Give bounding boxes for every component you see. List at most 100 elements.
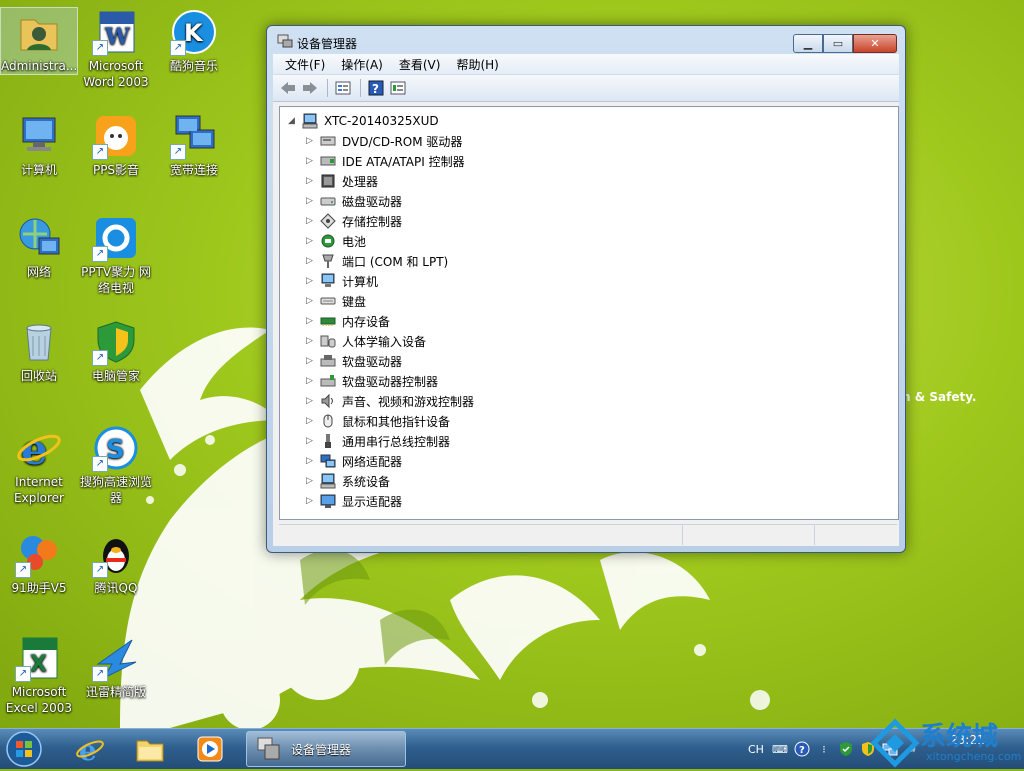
desktop-icon-excel-2003[interactable]: X ↗ Microsoft Excel 2003 xyxy=(1,634,77,716)
toolbar: ? xyxy=(273,75,899,102)
help-tray-icon[interactable]: ? xyxy=(794,741,810,757)
storage-controller-icon xyxy=(320,213,336,229)
expand-arrow-icon[interactable]: ▷ xyxy=(306,196,316,206)
desktop-icon-network[interactable]: 网络 xyxy=(1,214,77,280)
menu-bar: 文件(F) 操作(A) 查看(V) 帮助(H) xyxy=(273,54,899,75)
recycle-bin-icon xyxy=(15,318,63,366)
taskbar-task-label: 设备管理器 xyxy=(291,742,352,757)
tree-category-node[interactable]: ▷ 鼠标和其他指针设备 xyxy=(306,411,450,431)
desktop-icon-pps[interactable]: ↗ PPS影音 xyxy=(78,112,154,178)
desktop-icon-broadband[interactable]: ↗ 宽带连接 xyxy=(156,112,232,178)
network-adapter-icon xyxy=(320,453,336,469)
expand-arrow-icon[interactable]: ▷ xyxy=(306,176,316,186)
expand-arrow-icon[interactable]: ▷ xyxy=(306,156,316,166)
desktop-icon-91-assistant[interactable]: ↗ 91助手V5 xyxy=(1,530,77,596)
tree-category-node[interactable]: ▷ 键盘 xyxy=(306,291,366,311)
tree-category-label: 端口 (COM 和 LPT) xyxy=(342,254,449,269)
tree-root-node[interactable]: ◢ XTC-20140325XUD xyxy=(288,111,439,131)
menu-view[interactable]: 查看(V) xyxy=(391,56,449,73)
tree-category-node[interactable]: ▷ 电池 xyxy=(306,231,366,251)
desktop-icon-recycle-bin[interactable]: 回收站 xyxy=(1,318,77,384)
desktop-icon-thunder[interactable]: ↗ 迅雷精简版 xyxy=(78,634,154,700)
desktop-icon-pc-manager[interactable]: ↗ 电脑管家 xyxy=(78,318,154,384)
expand-arrow-icon[interactable]: ▷ xyxy=(306,496,316,506)
security-tray-icon[interactable] xyxy=(838,741,854,757)
tree-category-node[interactable]: ▷ 存储控制器 xyxy=(306,211,402,231)
collapse-arrow-icon[interactable]: ◢ xyxy=(288,116,298,126)
forward-button[interactable] xyxy=(301,79,319,97)
settings-tray-icon[interactable]: ⁝ xyxy=(816,741,832,757)
expand-arrow-icon[interactable]: ▷ xyxy=(306,216,316,226)
taskbar-device-manager[interactable]: 设备管理器 xyxy=(246,731,406,767)
desktop-icon-pptv[interactable]: ↗ PPTV聚力 网络电视 xyxy=(78,214,154,296)
svg-text:X: X xyxy=(30,652,47,677)
folder-icon xyxy=(136,740,164,762)
expand-arrow-icon[interactable]: ▷ xyxy=(306,276,316,286)
taskbar-media-button[interactable] xyxy=(182,731,238,767)
desktop-icon-sogou-browser[interactable]: S ↗ 搜狗高速浏览器 xyxy=(78,424,154,506)
expand-arrow-icon[interactable]: ▷ xyxy=(306,256,316,266)
menu-action[interactable]: 操作(A) xyxy=(333,56,391,73)
tree-category-node[interactable]: ▷ 磁盘驱动器 xyxy=(306,191,402,211)
tree-category-label: 软盘驱动器控制器 xyxy=(342,374,439,389)
desktop-icon-word-2003[interactable]: W ↗ Microsoft Word 2003 xyxy=(78,8,154,90)
expand-arrow-icon[interactable]: ▷ xyxy=(306,396,316,406)
expand-arrow-icon[interactable]: ▷ xyxy=(306,336,316,346)
back-button[interactable] xyxy=(279,79,297,97)
desktop-icon-qq[interactable]: ↗ 腾讯QQ xyxy=(78,530,154,596)
taskbar-ie-button[interactable]: e xyxy=(62,731,118,767)
properties-toolbar-button[interactable] xyxy=(334,79,352,97)
tree-category-node[interactable]: ▷ 系统设备 xyxy=(306,471,390,491)
minimize-icon: ▁ xyxy=(803,37,813,50)
keyboard-icon[interactable]: ⌨ xyxy=(772,741,788,757)
tree-category-node[interactable]: ▷ 端口 (COM 和 LPT) xyxy=(306,251,448,271)
tree-category-node[interactable]: ▷ 计算机 xyxy=(306,271,378,291)
tree-category-node[interactable]: ▷ 通用串行总线控制器 xyxy=(306,431,450,451)
taskbar-explorer-button[interactable] xyxy=(122,731,178,767)
desktop-icon-label: 腾讯QQ xyxy=(94,581,138,595)
tree-category-node[interactable]: ▷ 显示适配器 xyxy=(306,491,402,511)
pptv-icon: ↗ xyxy=(92,214,140,262)
expand-arrow-icon[interactable]: ▷ xyxy=(306,476,316,486)
tree-category-node[interactable]: ▷ IDE ATA/ATAPI 控制器 xyxy=(306,151,465,171)
maximize-button[interactable]: ▭ xyxy=(823,34,853,53)
expand-arrow-icon[interactable]: ▷ xyxy=(306,436,316,446)
status-bar xyxy=(279,524,897,545)
tree-root-label: XTC-20140325XUD xyxy=(324,114,439,128)
language-indicator[interactable]: CH xyxy=(748,743,764,756)
expand-arrow-icon[interactable]: ▷ xyxy=(306,456,316,466)
expand-arrow-icon[interactable]: ▷ xyxy=(306,416,316,426)
minimize-button[interactable]: ▁ xyxy=(793,34,823,53)
desktop-icon-label: Internet Explorer xyxy=(14,475,64,505)
expand-arrow-icon[interactable]: ▷ xyxy=(306,136,316,146)
desktop-icon-kugou[interactable]: K ↗ 酷狗音乐 xyxy=(156,8,232,74)
show-hidden-toolbar-button[interactable] xyxy=(389,79,407,97)
tree-category-node[interactable]: ▷ 软盘驱动器控制器 xyxy=(306,371,438,391)
tree-category-node[interactable]: ▷ 内存设备 xyxy=(306,311,390,331)
expand-arrow-icon[interactable]: ▷ xyxy=(306,236,316,246)
tree-category-node[interactable]: ▷ 处理器 xyxy=(306,171,378,191)
close-button[interactable]: ✕ xyxy=(853,34,897,53)
tree-category-node[interactable]: ▷ 人体学输入设备 xyxy=(306,331,426,351)
window-titlebar[interactable]: 设备管理器 ▁ ▭ ✕ xyxy=(267,26,905,54)
status-pane xyxy=(683,525,816,545)
desktop-icon-administrator[interactable]: Administra... xyxy=(0,7,78,75)
start-button[interactable] xyxy=(4,730,44,768)
desktop-icon-computer[interactable]: 计算机 xyxy=(1,112,77,178)
disk-drive-icon xyxy=(320,193,336,209)
expand-arrow-icon[interactable]: ▷ xyxy=(306,376,316,386)
menu-file[interactable]: 文件(F) xyxy=(277,56,333,73)
desktop-icon-ie[interactable]: e Internet Explorer xyxy=(1,424,77,506)
menu-help[interactable]: 帮助(H) xyxy=(448,56,506,73)
tree-category-label: 键盘 xyxy=(342,294,367,309)
help-toolbar-button[interactable]: ? xyxy=(367,79,385,97)
expand-arrow-icon[interactable]: ▷ xyxy=(306,296,316,306)
tree-category-node[interactable]: ▷ 网络适配器 xyxy=(306,451,402,471)
expand-arrow-icon[interactable]: ▷ xyxy=(306,356,316,366)
tree-category-node[interactable]: ▷ 软盘驱动器 xyxy=(306,351,402,371)
usb-icon xyxy=(320,433,336,449)
expand-arrow-icon[interactable]: ▷ xyxy=(306,316,316,326)
tree-category-node[interactable]: ▷ 声音、视频和游戏控制器 xyxy=(306,391,474,411)
tree-category-node[interactable]: ▷ DVD/CD-ROM 驱动器 xyxy=(306,131,462,151)
window-client: 文件(F) 操作(A) 查看(V) 帮助(H) ? ◢ XTC-20140325… xyxy=(273,54,899,546)
